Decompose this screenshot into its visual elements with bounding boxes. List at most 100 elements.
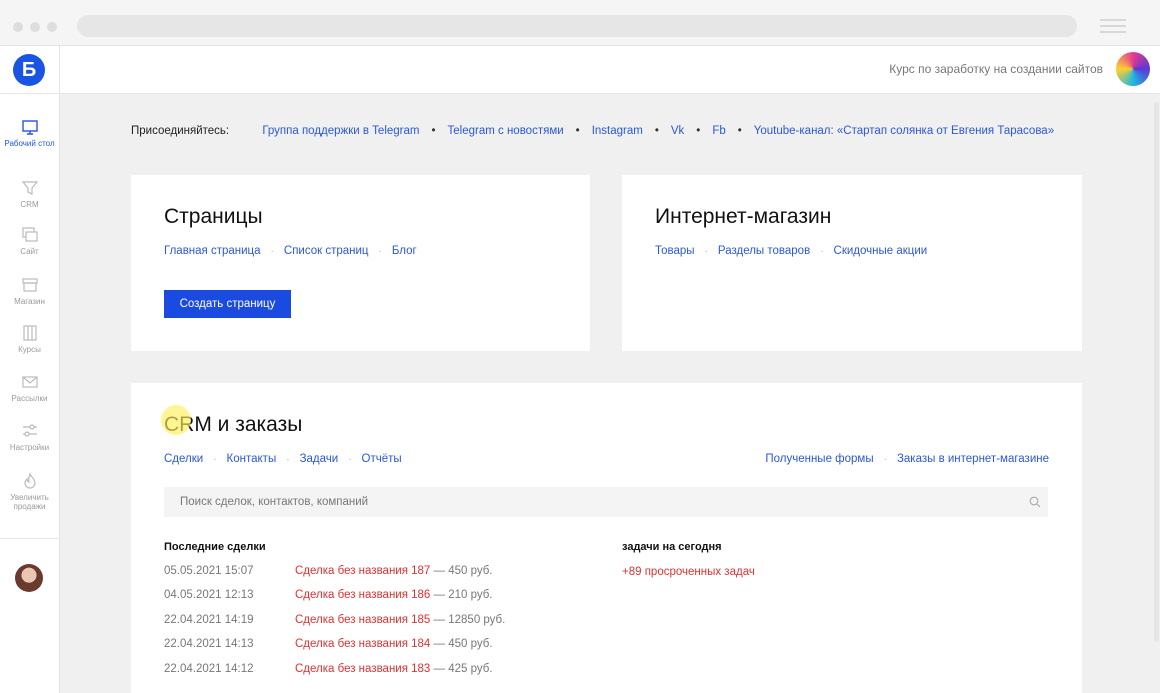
pages-title: Страницы — [164, 205, 263, 228]
link-product-sections[interactable]: Разделы товаров — [718, 245, 810, 257]
separator: • — [575, 125, 580, 137]
separator: · — [348, 454, 352, 465]
funnel-icon — [21, 181, 38, 195]
sidebar-item-label: Увеличить продажи — [10, 493, 49, 511]
separator: • — [696, 125, 701, 137]
link-discounts[interactable]: Скидочные акции — [834, 245, 928, 257]
address-bar[interactable] — [77, 15, 1077, 37]
sidebar-item-label: Настройки — [9, 443, 50, 452]
recent-deals-title: Последние сделки — [164, 541, 266, 553]
deal-row: 05.05.2021 15:07 Сделка без названия 187 … — [164, 565, 493, 577]
sidebar-item-increase-sales[interactable]: Увеличить продажи — [0, 472, 59, 511]
site-icon — [21, 227, 38, 242]
user-avatar[interactable] — [15, 564, 43, 592]
link-deals[interactable]: Сделки — [164, 453, 203, 465]
tasks-today-title: задачи на сегодня — [622, 541, 722, 553]
deal-date: 04.05.2021 12:13 — [164, 589, 254, 601]
separator: • — [654, 125, 659, 137]
sidebar-item-label: CRM — [20, 200, 39, 209]
deal-date: 22.04.2021 14:19 — [164, 614, 254, 626]
deal-row: 22.04.2021 14:12 Сделка без названия 183 … — [164, 663, 493, 675]
window-close-dot[interactable] — [13, 22, 23, 32]
sidebar-item-label: Магазин — [14, 297, 45, 306]
link-main-page[interactable]: Главная страница — [164, 245, 261, 257]
window-minimize-dot[interactable] — [30, 22, 40, 32]
deal-amount: — 210 руб. — [430, 589, 493, 601]
deal-amount: — 450 руб. — [430, 565, 493, 577]
link-reports[interactable]: Отчёты — [362, 453, 402, 465]
shop-links: Товары · Разделы товаров · Скидочные акции — [655, 245, 927, 257]
link-pages-list[interactable]: Список страниц — [284, 245, 369, 257]
separator: · — [378, 246, 382, 257]
join-label: Присоединяйтесь: — [131, 125, 230, 137]
separator: • — [737, 125, 742, 137]
sidebar-item-label: Рассылки — [11, 394, 48, 403]
sidebar-divider — [0, 538, 59, 539]
sliders-icon — [22, 424, 37, 437]
create-page-button[interactable]: Создать страницу — [164, 290, 291, 318]
mail-icon — [21, 376, 38, 388]
link-vk[interactable]: Vk — [671, 125, 684, 137]
monitor-icon — [21, 120, 38, 135]
link-shop-orders[interactable]: Заказы в интернет-магазине — [897, 453, 1049, 465]
link-fb[interactable]: Fb — [712, 125, 725, 137]
sidebar-item-label: Курсы — [18, 345, 41, 354]
deal-date: 22.04.2021 14:13 — [164, 638, 254, 650]
page-scrollbar[interactable] — [1153, 94, 1160, 693]
link-instagram[interactable]: Instagram — [592, 125, 643, 137]
link-telegram-news[interactable]: Telegram с новостями — [448, 125, 564, 137]
link-youtube[interactable]: Youtube-канал: «Стартап солянка от Евген… — [754, 125, 1054, 137]
course-link[interactable]: Курс по заработку на создании сайтов — [889, 62, 1103, 76]
pages-links: Главная страница · Список страниц · Блог — [164, 245, 417, 257]
shop-card: Интернет-магазин Товары · Разделы товаров ·… — [622, 175, 1082, 351]
sidebar-item-mailing[interactable]: Рассылки — [0, 373, 59, 403]
crm-links-left: Сделки · Контакты · Задачи · Отчёты — [164, 453, 402, 465]
flame-icon — [23, 472, 36, 489]
left-sidebar: Б Рабочий стол CRM Сайт Магазин Курсы Ра… — [0, 46, 60, 693]
deal-link[interactable]: Сделка без названия 183 — [295, 663, 430, 675]
sidebar-item-courses[interactable]: Курсы — [0, 324, 59, 354]
browser-menu-icon[interactable] — [1100, 19, 1126, 33]
pages-card: Страницы Главная страница · Список страниц… — [131, 175, 590, 351]
deal-amount: — 450 руб. — [430, 638, 493, 650]
scrollbar-thumb[interactable] — [1154, 102, 1159, 642]
deal-amount: — 12850 руб. — [430, 614, 506, 626]
sidebar-item-label: Рабочий стол — [4, 139, 55, 148]
separator: · — [883, 454, 887, 465]
deal-link[interactable]: Сделка без названия 184 — [295, 638, 430, 650]
link-tasks[interactable]: Задачи — [300, 453, 339, 465]
deal-link[interactable]: Сделка без названия 185 — [295, 614, 430, 626]
brand-logo[interactable]: Б — [13, 54, 45, 86]
sidebar-item-site[interactable]: Сайт — [0, 226, 59, 256]
link-products[interactable]: Товары — [655, 245, 695, 257]
deal-link[interactable]: Сделка без названия 186 — [295, 589, 430, 601]
window-maximize-dot[interactable] — [47, 22, 57, 32]
search-icon[interactable] — [1029, 496, 1041, 508]
deal-link[interactable]: Сделка без названия 187 — [295, 565, 430, 577]
sidebar-item-shop[interactable]: Магазин — [0, 276, 59, 306]
shop-icon — [21, 278, 38, 292]
deal-date: 05.05.2021 15:07 — [164, 565, 254, 577]
separator: · — [286, 454, 290, 465]
crm-search-input[interactable] — [164, 487, 1048, 517]
shop-title: Интернет-магазин — [655, 205, 832, 228]
join-links-bar: Присоединяйтесь: Группа поддержки в Tele… — [131, 125, 1054, 137]
link-received-forms[interactable]: Полученные формы — [765, 453, 873, 465]
sidebar-item-crm[interactable]: CRM — [0, 179, 59, 209]
course-avatar[interactable] — [1116, 52, 1150, 86]
link-contacts[interactable]: Контакты — [227, 453, 277, 465]
separator: · — [213, 454, 217, 465]
link-blog[interactable]: Блог — [392, 245, 417, 257]
sidebar-item-settings[interactable]: Настройки — [0, 422, 59, 452]
link-telegram-support[interactable]: Группа поддержки в Telegram — [262, 125, 419, 137]
logo-cell: Б — [0, 46, 59, 94]
crm-links-right: Полученные формы · Заказы в интернет-магаз… — [765, 453, 1049, 465]
deal-row: 22.04.2021 14:13 Сделка без названия 184 … — [164, 638, 493, 650]
cursor-highlight — [161, 405, 191, 435]
sidebar-item-desktop[interactable]: Рабочий стол — [0, 118, 59, 148]
deal-row: 04.05.2021 12:13 Сделка без названия 186 … — [164, 589, 493, 601]
separator: · — [270, 246, 274, 257]
overdue-tasks-link[interactable]: +89 просроченных задач — [622, 566, 755, 578]
deal-amount: — 425 руб. — [430, 663, 493, 675]
separator: • — [431, 125, 436, 137]
